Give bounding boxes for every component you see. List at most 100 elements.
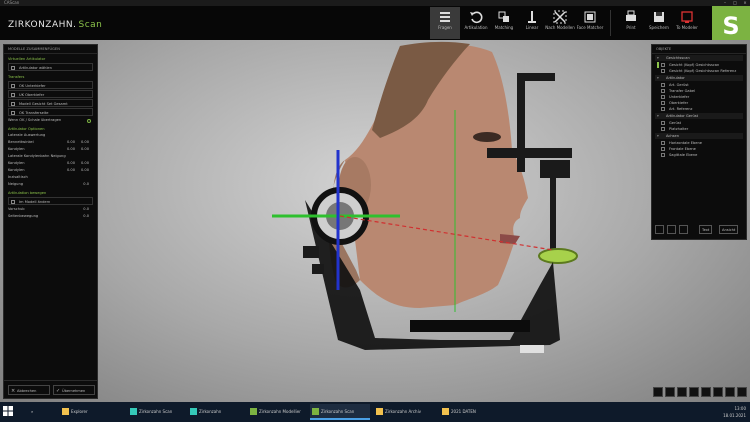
visibility-checkbox[interactable] [661, 101, 665, 105]
brand-suffix: Scan [78, 20, 103, 30]
articulator-top-arm [517, 73, 555, 81]
taskbar-search-icon[interactable]: ⌕ [20, 404, 54, 420]
checkbox-icon[interactable] [11, 66, 15, 70]
taskbar-app[interactable]: Zirkonzahn Scan [128, 404, 183, 420]
object-label: Frontale Ebene [669, 147, 696, 151]
system-tray[interactable]: 13:00 18.01.2021 [686, 405, 746, 419]
value-right[interactable]: 0.00 [81, 146, 89, 153]
taskbar-app[interactable]: Explorer [60, 404, 115, 420]
linear-icon [528, 11, 536, 23]
chevron-down-icon[interactable]: ▾ [657, 133, 659, 139]
matching-button[interactable]: Matching [489, 7, 519, 39]
value-right[interactable]: 0.00 [81, 139, 89, 146]
chevron-down-icon[interactable]: ▾ [657, 75, 659, 81]
object-group[interactable]: ▾ Achsen [655, 133, 743, 139]
view-top-icon[interactable] [701, 387, 711, 397]
visibility-checkbox[interactable] [661, 69, 665, 73]
value-row[interactable]: Neigung 0.0 [4, 181, 97, 188]
transfer-option[interactable]: OK Unterkiefer [8, 81, 93, 89]
object-group[interactable]: ▾ Artikulator Gerüst [655, 113, 743, 119]
object-item[interactable]: Platzhalter [655, 126, 743, 132]
view-reset-icon[interactable] [737, 387, 747, 397]
value-row[interactable]: Kondylen 0.00 0.00 [4, 160, 97, 167]
object-label: Art. Referenz [669, 107, 693, 111]
status-dot-icon[interactable] [87, 119, 91, 123]
visibility-checkbox[interactable] [661, 141, 665, 145]
transfer-option[interactable]: UK Oberkiefer [8, 90, 93, 98]
face-matcher-button[interactable]: Face Matcher [575, 7, 605, 39]
object-label: Gesicht (Kopf) Gesichtsscan Referenz [669, 69, 737, 73]
help-button[interactable]: Fragen [430, 7, 460, 39]
value-right[interactable]: 0.0 [83, 213, 89, 220]
value-left[interactable]: 0.00 [67, 146, 75, 153]
visibility-checkbox[interactable] [661, 107, 665, 111]
taskbar-app[interactable]: Zirkonzahn Archiv [374, 404, 436, 420]
3d-viewport[interactable] [0, 40, 750, 402]
grid-view-icon[interactable] [655, 225, 664, 234]
visibility-checkbox[interactable] [661, 153, 665, 157]
view-back-icon[interactable] [665, 387, 675, 397]
chevron-down-icon[interactable]: ▾ [657, 55, 659, 61]
articulation-button[interactable]: Artikulation [461, 7, 491, 39]
value-row[interactable]: Vorschub 0.0 [4, 206, 97, 213]
object-item[interactable]: Sagittale Ebene [655, 152, 743, 158]
view-right-icon[interactable] [689, 387, 699, 397]
taskbar-app-active[interactable]: Zirkonzahn Scan [310, 404, 370, 420]
visibility-checkbox[interactable] [661, 83, 665, 87]
taskbar-app[interactable]: Zirkonzahn Modellier [248, 404, 306, 420]
value-right[interactable]: 0.00 [81, 160, 89, 167]
checkbox-icon[interactable] [11, 93, 15, 97]
value-right[interactable]: 0.0 [83, 206, 89, 213]
value-row[interactable]: Seitenbewegung 0.0 [4, 213, 97, 220]
checkbox-icon[interactable] [11, 84, 15, 88]
taskbar-app[interactable]: 2021 DATEN [440, 404, 498, 420]
option-subheading: Laterale Kondylenbahn Neigung [8, 154, 66, 158]
to-modeler-button[interactable]: To Modeler [672, 7, 702, 39]
visibility-checkbox[interactable] [661, 147, 665, 151]
checkbox-icon[interactable] [11, 102, 15, 106]
choose-articulator-option[interactable]: Artikulator wählen [8, 63, 93, 71]
windows-start-icon[interactable] [3, 406, 13, 416]
view-perspective-icon[interactable] [725, 387, 735, 397]
view-left-icon[interactable] [677, 387, 687, 397]
checkbox-icon[interactable] [11, 111, 15, 115]
save-button[interactable]: Speichern [644, 7, 674, 39]
window-title: CAScan [4, 0, 20, 5]
object-item[interactable]: Art. Referenz [655, 106, 743, 112]
crop-button[interactable]: Nach Modellen [545, 7, 575, 39]
visibility-checkbox[interactable] [661, 63, 665, 67]
object-group[interactable]: ▾ Artikulator [655, 75, 743, 81]
value-row[interactable]: Bennettwinkel 0.00 0.00 [4, 139, 97, 146]
value-row[interactable]: Kondylen 0.00 0.00 [4, 146, 97, 153]
transfer-option[interactable]: OK Transferseite [8, 108, 93, 116]
value-left[interactable]: 0.00 [67, 139, 75, 146]
visibility-checkbox[interactable] [661, 121, 665, 125]
apply-button[interactable]: ✓ Übernehmen [53, 385, 95, 395]
chevron-down-icon[interactable]: ▾ [657, 113, 659, 119]
visibility-checkbox[interactable] [661, 89, 665, 93]
checkbox-icon[interactable] [11, 200, 15, 204]
view-front-icon[interactable] [653, 387, 663, 397]
layers-icon[interactable] [679, 225, 688, 234]
change-in-model-option[interactable]: Im Modell ändern [8, 197, 93, 205]
taskbar-app-label: Zirkonzahn Scan [321, 409, 355, 414]
visibility-checkbox[interactable] [661, 95, 665, 99]
value-left[interactable]: 0.00 [67, 167, 75, 174]
print-button[interactable]: Print [616, 7, 646, 39]
value-row[interactable]: Kondylen 0.00 0.00 [4, 167, 97, 174]
view-bottom-icon[interactable] [713, 387, 723, 397]
value-right[interactable]: 0.0 [83, 181, 89, 188]
object-group[interactable]: ▾ Gesichtsscan [655, 55, 743, 61]
text-toggle[interactable]: Text [699, 225, 713, 234]
object-item[interactable]: Gesicht (Kopf) Gesichtsscan Referenz [655, 68, 743, 74]
value-left[interactable]: 0.00 [67, 160, 75, 167]
view-toggle[interactable]: Ansicht [719, 225, 739, 234]
taskbar-app[interactable]: Zirkonzahn [188, 404, 243, 420]
value-right[interactable]: 0.00 [81, 167, 89, 174]
cancel-button[interactable]: × Abbrechen [8, 385, 50, 395]
linear-button[interactable]: Linear [517, 7, 547, 39]
transfer-option[interactable]: Modell Gesicht Set Gesamt [8, 99, 93, 107]
visibility-checkbox[interactable] [661, 127, 665, 131]
option-label: Im Modell ändern [19, 200, 51, 204]
list-view-icon[interactable] [667, 225, 676, 234]
